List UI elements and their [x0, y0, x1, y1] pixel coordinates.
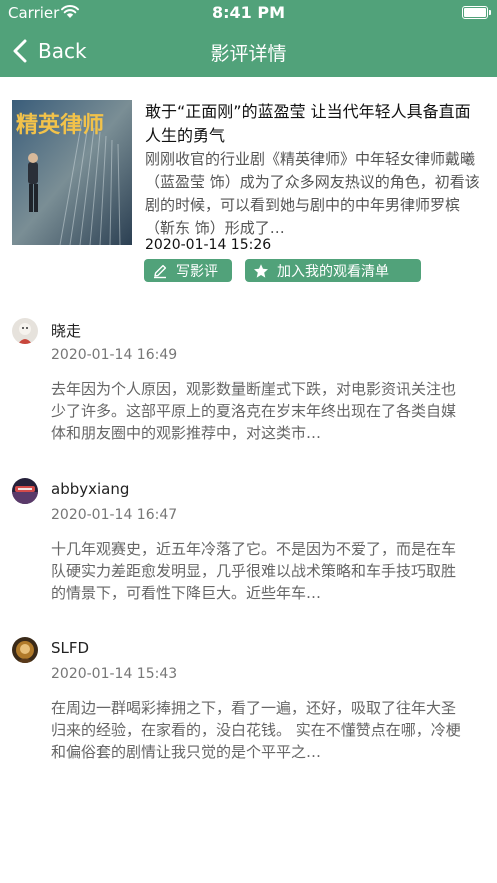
write-review-label: 写影评 — [176, 263, 218, 280]
comment-text: 去年因为个人原因，观影数量断崖式下跌，对电影资讯关注也少了许多。这部平原上的夏洛… — [51, 380, 457, 442]
comment-item[interactable]: 晓走 2020-01-14 16:49 去年因为个人原因，观影数量断崖式下跌，对… — [0, 318, 497, 468]
add-watchlist-button[interactable]: 加入我的观看清单 — [245, 259, 421, 282]
comment-item[interactable]: SLFD 2020-01-14 15:43 在周边一群喝彩捧拥之下，看了一遍，还… — [0, 637, 497, 787]
page-title: 影评详情 — [210, 43, 287, 65]
avatar[interactable] — [12, 318, 38, 344]
poster-title-text: 精英律师 — [16, 112, 104, 138]
clock: 8:41 PM — [211, 3, 285, 22]
movie-review-title: 敢于“正面刚”的蓝盈莹 让当代年轻人具备直面人生的勇气 — [145, 102, 471, 145]
movie-poster[interactable]: 精英律师 — [12, 100, 132, 245]
comment-text: 十几年观赛史，近五年冷落了它。不是因为不爱了，而是在车队硬实力差距愈发明显，几乎… — [51, 540, 457, 602]
poster-image: 精英律师 — [12, 100, 132, 245]
comment-date: 2020-01-14 15:43 — [51, 666, 178, 682]
navigation-bar: Back 影评详情 — [0, 25, 497, 77]
add-watchlist-label: 加入我的观看清单 — [277, 263, 389, 280]
avatar[interactable] — [12, 478, 38, 504]
movie-card: 精英律师 敢于“正面刚”的蓝盈莹 让当代年轻人具备直面人生的勇气 刚刚收官的行业… — [12, 100, 490, 290]
pencil-icon — [154, 264, 167, 278]
comment-author: 晓走 — [51, 322, 82, 340]
movie-review-summary: 刚刚收官的行业剧《精英律师》中年轻女律师戴曦（蓝盈莹 饰）成为了众多网友热议的角… — [145, 150, 480, 237]
comment-author: abbyxiang — [51, 480, 130, 498]
comment-date: 2020-01-14 16:49 — [51, 347, 178, 363]
avatar[interactable] — [12, 637, 38, 663]
comment-date: 2020-01-14 16:47 — [51, 507, 178, 523]
movie-review-date: 2020-01-14 15:26 — [145, 237, 272, 253]
battery-icon — [462, 6, 491, 19]
comment-text: 在周边一群喝彩捧拥之下，看了一遍，还好，吸取了往年大圣归来的经验，在家看的，没白… — [51, 699, 461, 761]
star-icon — [254, 263, 268, 278]
comment-author: SLFD — [51, 639, 90, 657]
comment-item[interactable]: abbyxiang 2020-01-14 16:47 十几年观赛史，近五年冷落了… — [0, 478, 497, 628]
status-bar: Carrier 8:41 PM — [0, 0, 497, 25]
write-review-button[interactable]: 写影评 — [144, 259, 232, 282]
